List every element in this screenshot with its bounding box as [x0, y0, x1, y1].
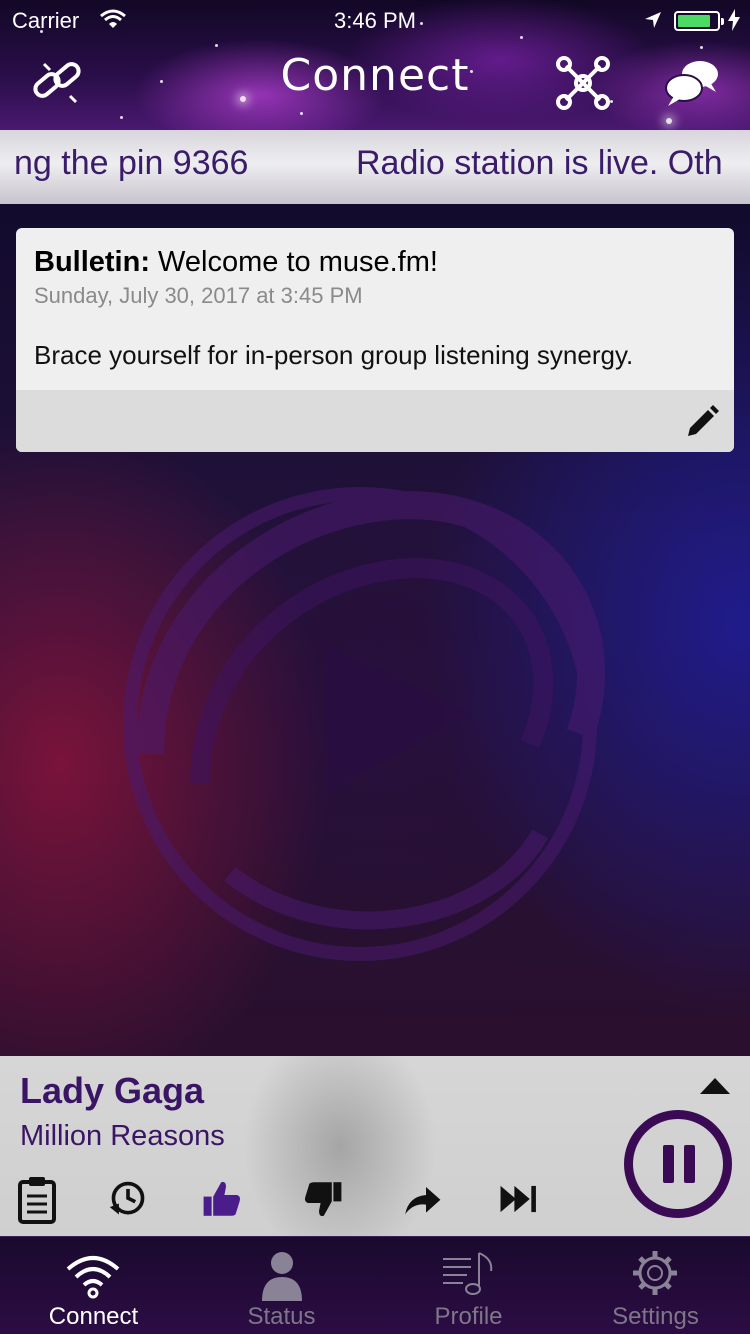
bulletin-date: Sunday, July 30, 2017 at 3:45 PM — [34, 283, 363, 308]
expand-up-icon[interactable] — [698, 1076, 732, 1096]
history-icon[interactable] — [108, 1174, 148, 1224]
page-title: Connect — [280, 50, 470, 101]
tab-label: Profile — [434, 1303, 503, 1330]
star — [700, 46, 703, 49]
navigation-header: Carrier 3:46 PM Connect — [0, 0, 750, 130]
bulletin-label: Bulletin: — [34, 246, 150, 278]
tab-label: Settings — [612, 1303, 699, 1330]
status-bar: Carrier 3:46 PM — [0, 0, 750, 40]
charging-bolt-icon — [728, 9, 740, 31]
location-arrow-icon — [645, 12, 661, 28]
thumbs-down-icon[interactable] — [303, 1174, 343, 1224]
pause-icon — [663, 1145, 674, 1183]
bulletin-card: Bulletin: Welcome to muse.fm! Sunday, Ju… — [16, 228, 734, 452]
tab-bar: Connect Status Profile Settings — [0, 1236, 750, 1334]
muse-logo-icon — [123, 487, 605, 961]
pause-icon — [684, 1145, 695, 1183]
track-title: Million Reasons — [20, 1120, 225, 1152]
bulletin-body: Brace yourself for in-person group liste… — [34, 340, 634, 370]
star — [215, 44, 218, 47]
clipboard-icon[interactable] — [17, 1174, 57, 1224]
wifi-icon — [66, 1256, 120, 1299]
tab-status[interactable]: Status — [188, 1237, 375, 1334]
share-icon[interactable] — [402, 1174, 442, 1224]
announcement-ticker[interactable]: ng the pin 9366 Radio station is live. O… — [0, 130, 750, 204]
bulletin-title: Bulletin: Welcome to muse.fm! — [34, 246, 438, 279]
battery-icon — [674, 11, 724, 31]
star — [300, 112, 303, 115]
bulletin-heading: Welcome to muse.fm! — [150, 246, 438, 278]
network-icon[interactable] — [556, 56, 610, 110]
tab-connect[interactable]: Connect — [0, 1237, 187, 1334]
thumbs-up-icon[interactable] — [202, 1174, 242, 1224]
tab-label: Connect — [48, 1303, 139, 1330]
tab-settings[interactable]: Settings — [562, 1237, 749, 1334]
skip-icon[interactable] — [499, 1174, 539, 1224]
now-playing-bar[interactable]: Lady Gaga Million Reasons — [0, 1056, 750, 1236]
gear-icon — [633, 1251, 677, 1295]
music-list-icon — [443, 1252, 493, 1295]
artist-name: Lady Gaga — [20, 1070, 205, 1111]
chat-bubbles-icon[interactable] — [664, 58, 722, 108]
clock: 3:46 PM — [334, 8, 416, 33]
star — [120, 116, 123, 119]
tab-label: Status — [247, 1303, 316, 1330]
star — [666, 118, 672, 124]
ticker-text: ng the pin 9366 — [14, 144, 249, 182]
tab-profile[interactable]: Profile — [375, 1237, 562, 1334]
pause-button[interactable] — [624, 1110, 732, 1218]
bulletin-footer — [16, 390, 734, 452]
pencil-icon[interactable] — [684, 404, 720, 440]
person-icon — [262, 1252, 302, 1301]
ticker-text: Radio station is live. Oth — [356, 144, 723, 182]
